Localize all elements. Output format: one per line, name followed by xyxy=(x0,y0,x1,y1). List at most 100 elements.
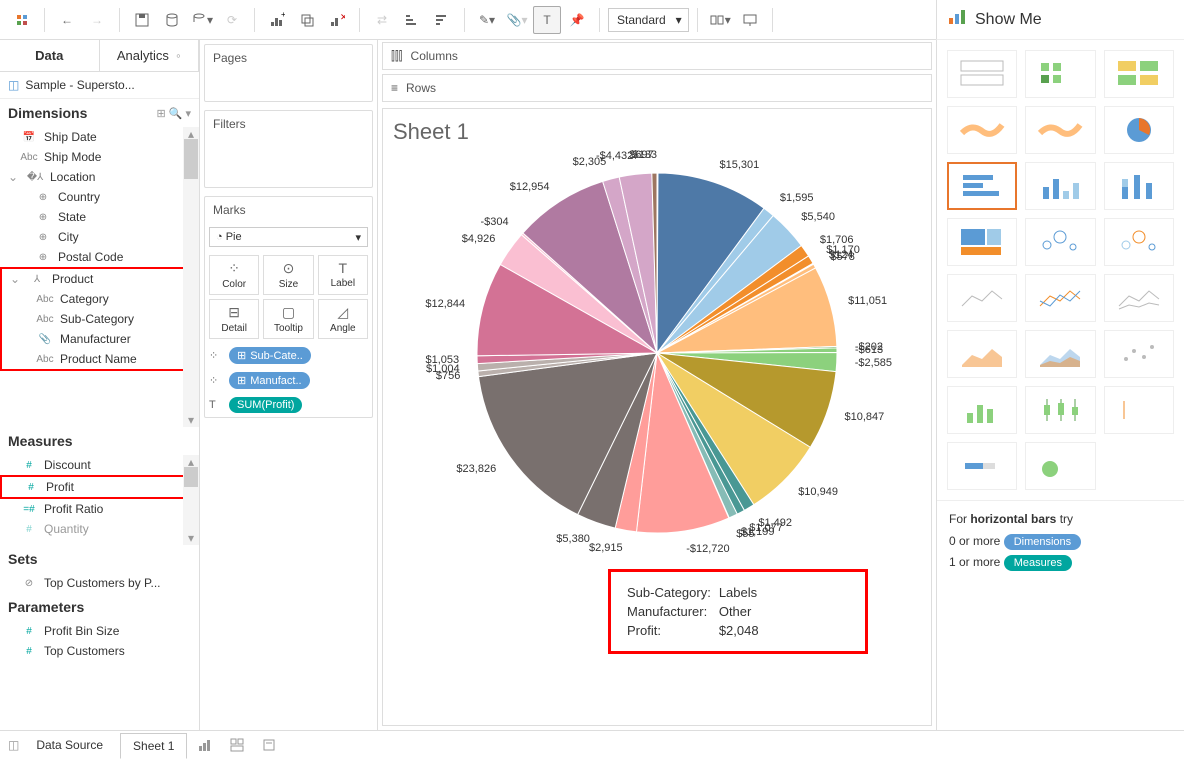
new-worksheet-tab-icon[interactable] xyxy=(191,731,219,759)
pill-sum-profit[interactable]: TSUM(Profit) xyxy=(205,393,372,417)
showme-chart-type[interactable] xyxy=(947,162,1017,210)
showme-chart-type[interactable] xyxy=(947,106,1017,154)
field-profit[interactable]: #Profit xyxy=(2,477,197,497)
attach-icon[interactable]: 📎▾ xyxy=(503,6,531,34)
showme-chart-type[interactable] xyxy=(1025,50,1095,98)
sort-asc-icon[interactable] xyxy=(398,6,426,34)
show-labels-icon[interactable]: T xyxy=(533,6,561,34)
pill-sub-category[interactable]: ⁘⊞ Sub-Cate.. xyxy=(205,343,372,368)
refresh-icon[interactable]: ⟳ xyxy=(218,6,246,34)
fit-select[interactable]: Standard ▾ xyxy=(608,8,689,32)
field-country[interactable]: ⊕Country xyxy=(0,187,199,207)
show-me-header[interactable]: Show Me xyxy=(936,0,1184,40)
save-icon[interactable] xyxy=(128,6,156,34)
canvas-pane: ⫿⫿⫿Columns ≡Rows Sheet 1 $133$15,301$1,5… xyxy=(378,40,936,730)
field-state[interactable]: ⊕State xyxy=(0,207,199,227)
pie-label: -$613 xyxy=(855,344,883,356)
field-postal[interactable]: ⊕Postal Code xyxy=(0,247,199,267)
field-sub-category[interactable]: AbcSub-Category xyxy=(2,309,197,329)
field-discount[interactable]: #Discount xyxy=(0,455,199,475)
product-highlight: ⌄⅄Product AbcCategory AbcSub-Category 📎M… xyxy=(0,267,199,371)
showme-chart-type[interactable] xyxy=(1104,162,1174,210)
field-ship-mode[interactable]: AbcShip Mode xyxy=(0,147,199,167)
rows-shelf[interactable]: ≡Rows xyxy=(382,74,932,102)
text-icon: Abc xyxy=(20,152,38,163)
field-product-name[interactable]: AbcProduct Name xyxy=(2,349,197,369)
pause-updates-icon[interactable]: ▾ xyxy=(188,6,216,34)
back-icon[interactable]: ← xyxy=(53,6,81,34)
worksheet-view[interactable]: Sheet 1 $133$15,301$1,595$5,540$1,706$1,… xyxy=(382,108,932,726)
mark-type-select[interactable]: ◔ Pie▾ xyxy=(209,227,368,247)
filters-shelf[interactable]: Filters xyxy=(204,110,373,188)
showme-chart-type[interactable] xyxy=(1104,330,1174,378)
pill-manufacturer[interactable]: ⁘⊞ Manufact.. xyxy=(205,368,372,393)
field-location[interactable]: ⌄�⅄Location xyxy=(0,167,199,187)
showme-chart-type[interactable] xyxy=(1104,106,1174,154)
field-city[interactable]: ⊕City xyxy=(0,227,199,247)
profit-highlight: #Profit xyxy=(0,475,199,499)
showme-chart-type[interactable] xyxy=(947,50,1017,98)
sheet-title[interactable]: Sheet 1 xyxy=(393,119,921,145)
showme-chart-type[interactable] xyxy=(947,442,1017,490)
pages-shelf[interactable]: Pages xyxy=(204,44,373,102)
showme-chart-type[interactable] xyxy=(1104,274,1174,322)
new-story-tab-icon[interactable] xyxy=(255,731,283,759)
tab-data[interactable]: Data xyxy=(0,40,100,71)
showme-chart-type[interactable] xyxy=(1025,162,1095,210)
field-category[interactable]: AbcCategory xyxy=(2,289,197,309)
sort-desc-icon[interactable] xyxy=(428,6,456,34)
tableau-logo-icon[interactable] xyxy=(8,6,36,34)
marks-tooltip[interactable]: ▢Tooltip xyxy=(263,299,313,339)
datasource-item[interactable]: ◫ Sample - Supersto... xyxy=(0,72,199,99)
swap-icon[interactable]: ⇄ xyxy=(368,6,396,34)
showme-chart-type[interactable] xyxy=(1104,386,1174,434)
show-me-pane: Show Me For horizontal bars try 0 or mor… xyxy=(936,40,1184,730)
showme-chart-type[interactable] xyxy=(1104,50,1174,98)
field-profit-bin[interactable]: #Profit Bin Size xyxy=(0,621,199,641)
marks-color[interactable]: ⁘Color xyxy=(209,255,259,295)
tab-sheet-1[interactable]: Sheet 1 xyxy=(120,733,187,759)
tab-analytics[interactable]: Analytics ◦ xyxy=(100,40,200,71)
field-profit-ratio[interactable]: =#Profit Ratio xyxy=(0,499,199,519)
forward-icon[interactable]: → xyxy=(83,6,111,34)
clear-icon[interactable]: ✕ xyxy=(323,6,351,34)
datasource-tab-icon[interactable]: ◫ xyxy=(8,738,19,752)
duplicate-icon[interactable] xyxy=(293,6,321,34)
showme-chart-type[interactable] xyxy=(1025,106,1095,154)
new-datasource-icon[interactable] xyxy=(158,6,186,34)
presentation-icon[interactable] xyxy=(736,6,764,34)
svg-text:✕: ✕ xyxy=(340,12,345,22)
field-top-customers[interactable]: ⊘Top Customers by P... xyxy=(0,573,199,593)
showme-chart-type[interactable] xyxy=(1025,442,1095,490)
showme-chart-type[interactable] xyxy=(1025,274,1095,322)
showme-chart-type[interactable] xyxy=(1025,386,1095,434)
new-worksheet-icon[interactable]: + xyxy=(263,6,291,34)
marks-angle[interactable]: ◿Angle xyxy=(318,299,368,339)
columns-icon: ⫿⫿⫿ xyxy=(391,49,403,64)
field-ship-date[interactable]: 📅Ship Date xyxy=(0,127,199,147)
showme-chart-type[interactable] xyxy=(947,274,1017,322)
pie-label: $12,844 xyxy=(405,298,465,310)
show-cards-icon[interactable]: ▾ xyxy=(706,6,734,34)
pin-icon[interactable]: 📌 xyxy=(563,6,591,34)
new-dashboard-tab-icon[interactable] xyxy=(223,731,251,759)
showme-chart-type[interactable] xyxy=(947,386,1017,434)
showme-chart-type[interactable] xyxy=(1104,218,1174,266)
showme-chart-type[interactable] xyxy=(947,330,1017,378)
pie-label: $11,051 xyxy=(848,295,887,307)
showme-chart-type[interactable] xyxy=(1025,330,1095,378)
marks-size[interactable]: ⊙Size xyxy=(263,255,313,295)
date-icon: 📅 xyxy=(20,132,38,143)
field-quantity[interactable]: #Quantity xyxy=(0,519,199,539)
showme-chart-type[interactable] xyxy=(947,218,1017,266)
number-icon: # xyxy=(22,482,40,493)
columns-shelf[interactable]: ⫿⫿⫿Columns xyxy=(382,42,932,70)
field-product[interactable]: ⌄⅄Product xyxy=(2,269,197,289)
field-top-cust-param[interactable]: #Top Customers xyxy=(0,641,199,661)
field-manufacturer[interactable]: 📎Manufacturer xyxy=(2,329,197,349)
tab-data-source[interactable]: Data Source xyxy=(23,732,116,758)
showme-chart-type[interactable] xyxy=(1025,218,1095,266)
marks-label[interactable]: TLabel xyxy=(318,255,368,295)
marks-detail[interactable]: ⊟Detail xyxy=(209,299,259,339)
highlight-icon[interactable]: ✎▾ xyxy=(473,6,501,34)
